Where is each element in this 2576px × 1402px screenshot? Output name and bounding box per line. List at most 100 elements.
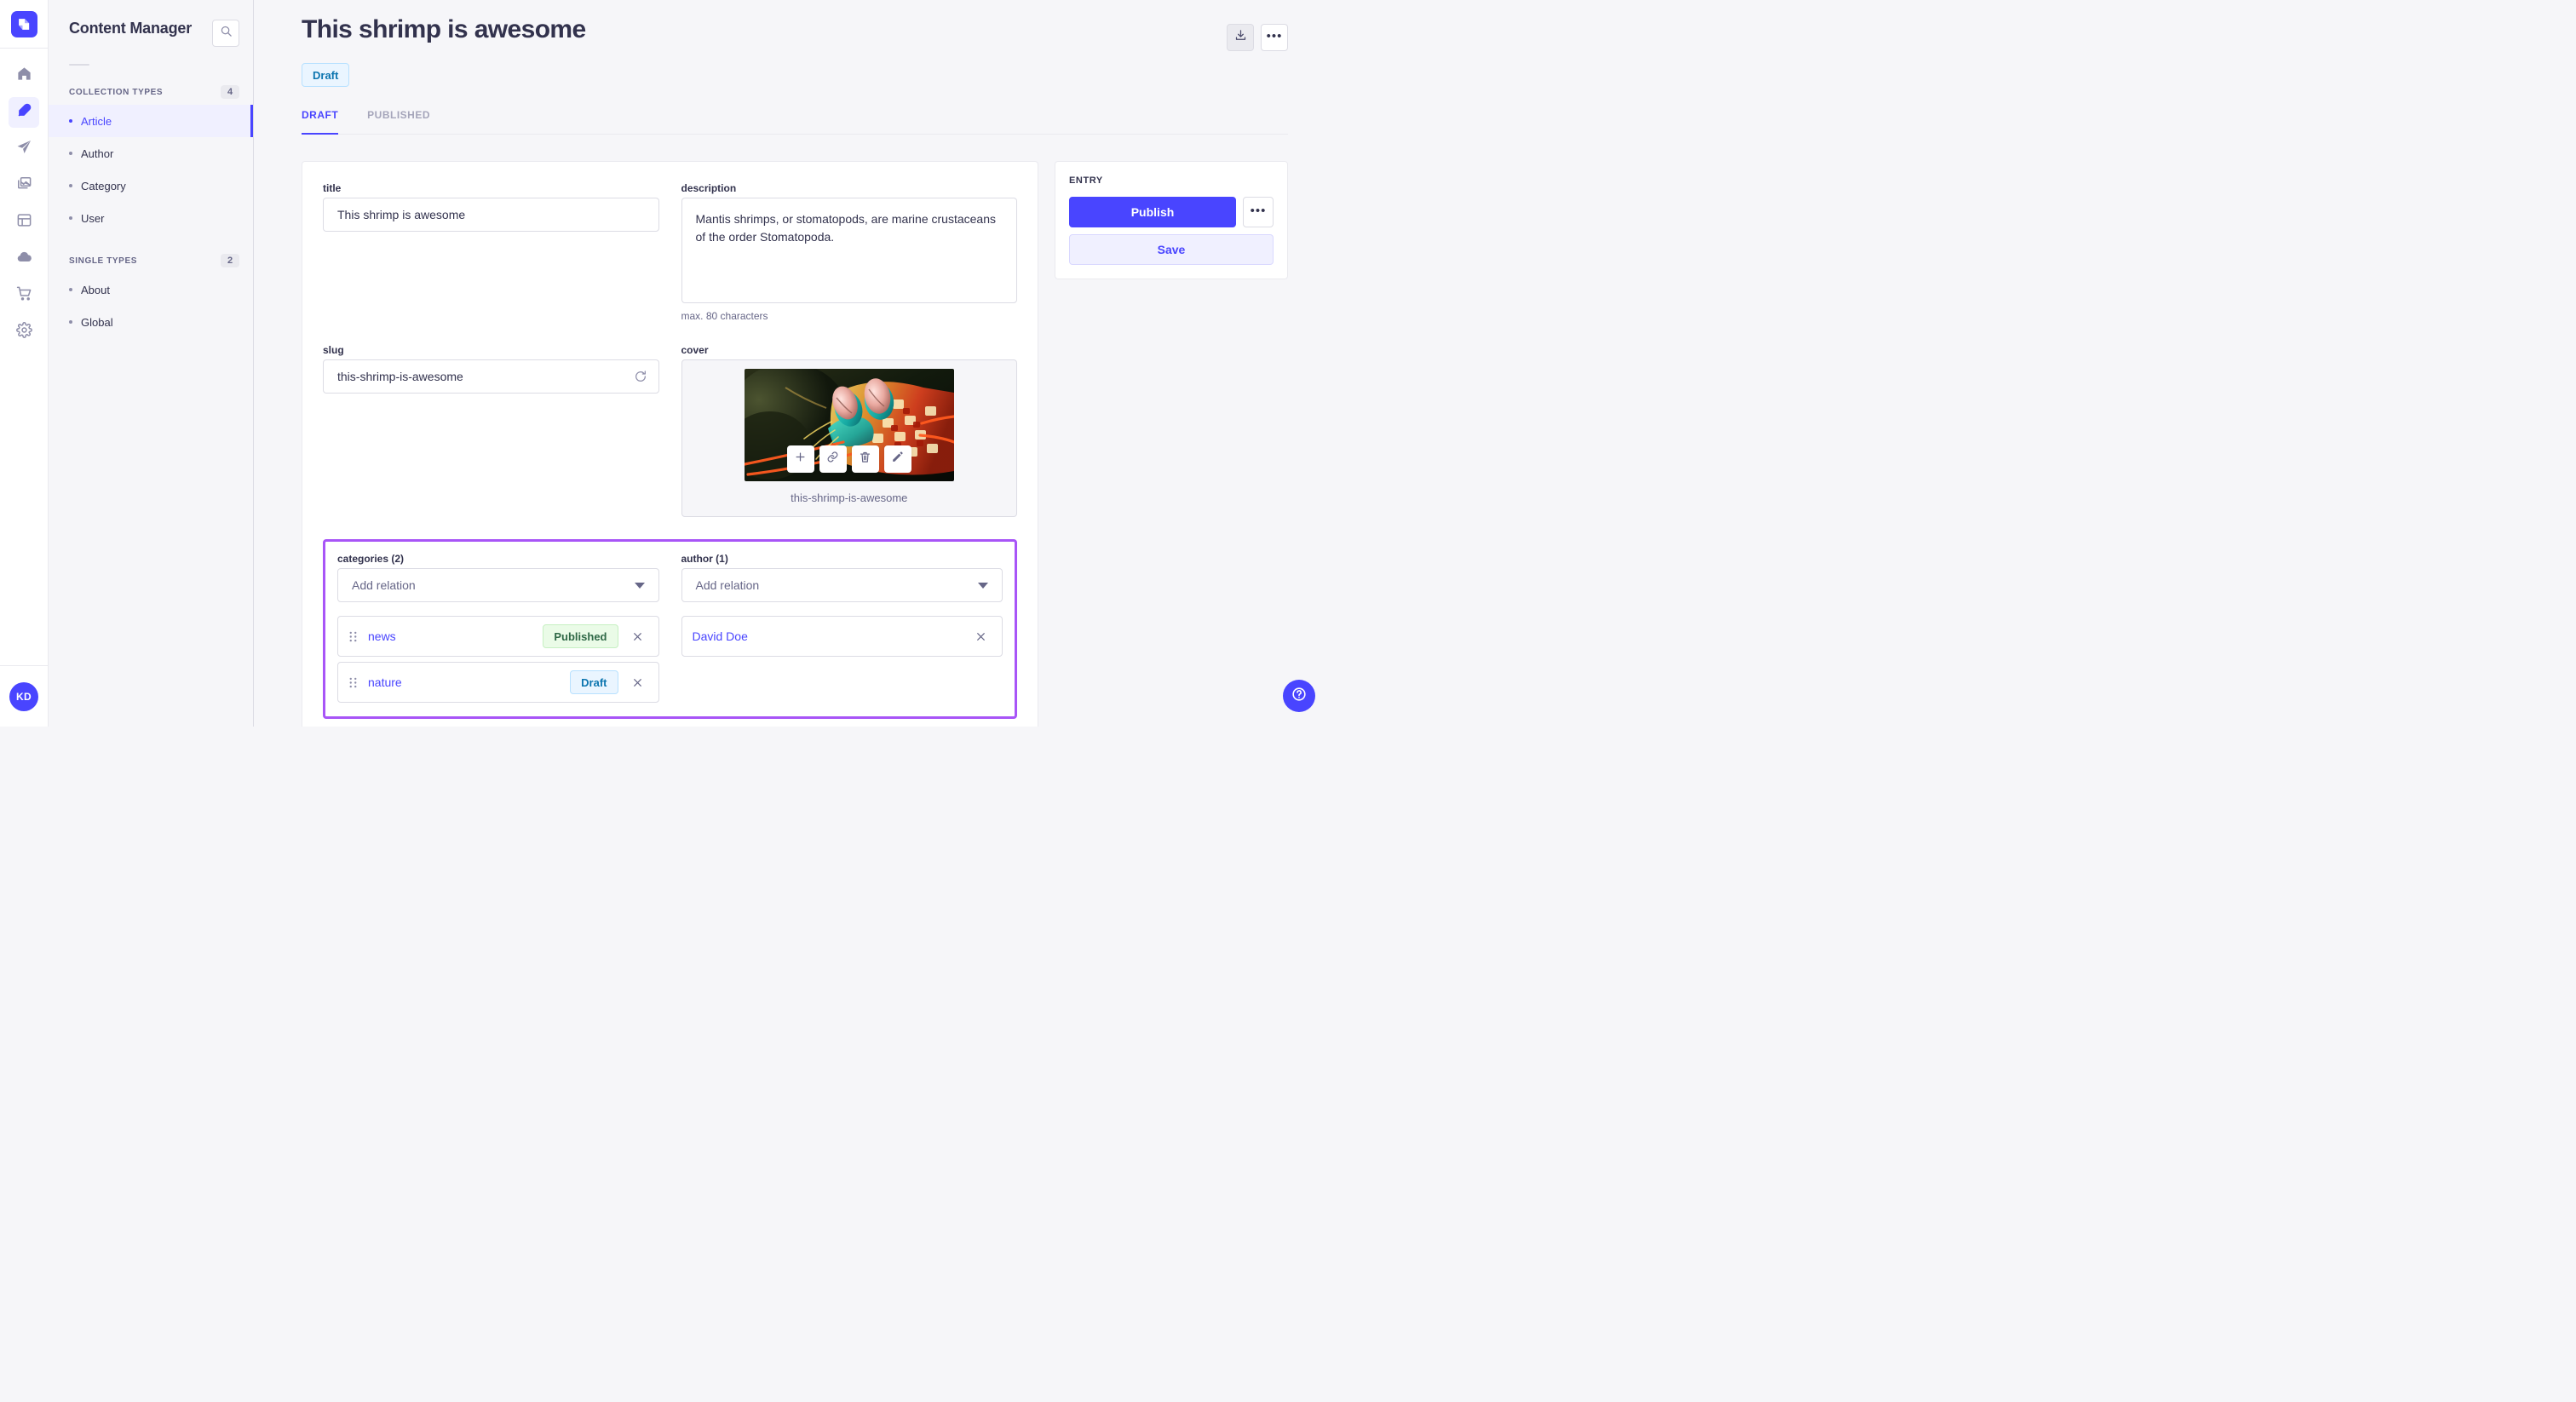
field-title: title This shrimp is awesome — [323, 182, 659, 322]
categories-label: categories (2) — [337, 553, 405, 565]
author-relation-list: David Doe — [681, 616, 1003, 657]
close-icon[interactable] — [629, 674, 647, 692]
section-count-badge: 2 — [221, 254, 239, 267]
tab-draft[interactable]: DRAFT — [302, 109, 339, 135]
icon-rail: KD — [0, 0, 49, 727]
copy-link-button[interactable] — [819, 445, 847, 473]
logo-container — [0, 0, 48, 49]
tab-published[interactable]: PUBLISHED — [367, 109, 430, 135]
entry-more-button[interactable]: ••• — [1243, 197, 1274, 227]
slug-input[interactable]: this-shrimp-is-awesome — [323, 359, 659, 394]
relation-name[interactable]: nature — [368, 675, 560, 689]
bullet-icon — [69, 119, 72, 123]
trash-icon — [859, 451, 871, 468]
slug-input-wrap: this-shrimp-is-awesome — [323, 359, 659, 394]
categories-add-relation-select[interactable]: Add relation — [337, 568, 659, 602]
main-content: This shrimp is awesome ••• Draft DRAFT P… — [254, 0, 1336, 727]
images-icon — [16, 175, 32, 196]
sidebar-search-button[interactable] — [212, 20, 239, 47]
edit-media-button[interactable] — [883, 445, 911, 473]
rail-item-marketplace[interactable] — [9, 280, 39, 311]
more-horizontal-icon: ••• — [1250, 203, 1267, 218]
sidebar-item-user[interactable]: User — [49, 202, 253, 234]
rail-item-content-manager[interactable] — [9, 97, 39, 128]
download-button[interactable] — [1227, 24, 1254, 51]
rail-nav-list — [9, 60, 39, 348]
rail-item-home[interactable] — [9, 60, 39, 91]
rail-item-content-type-builder[interactable] — [9, 207, 39, 238]
relation-item-news[interactable]: news Published — [337, 616, 659, 657]
cover-file-name: this-shrimp-is-awesome — [791, 491, 908, 504]
cloud-icon — [16, 249, 32, 269]
rail-item-cloud[interactable] — [9, 244, 39, 274]
entry-form-card: title This shrimp is awesome description… — [302, 161, 1038, 727]
sidebar-header: Content Manager — [49, 0, 253, 47]
relation-item-nature[interactable]: nature Draft — [337, 662, 659, 703]
add-media-button[interactable] — [786, 445, 814, 473]
delete-media-button[interactable] — [851, 445, 879, 473]
more-horizontal-icon: ••• — [1266, 28, 1283, 43]
sidebar-item-label: Article — [81, 114, 112, 128]
rail-item-deploy[interactable] — [9, 134, 39, 164]
status-row: Draft — [302, 63, 1288, 87]
cover-thumbnail[interactable] — [744, 369, 954, 481]
field-description: description Mantis shrimps, or stomatopo… — [681, 182, 1017, 322]
relation-status-badge: Published — [543, 624, 618, 648]
sidebar-item-article[interactable]: Article — [49, 105, 253, 137]
status-badge: Draft — [302, 63, 350, 87]
plus-icon — [794, 451, 807, 468]
sidebar-item-about[interactable]: About — [49, 273, 253, 306]
rail-item-media-library[interactable] — [9, 170, 39, 201]
cover-action-bar — [786, 445, 911, 473]
rail-item-settings[interactable] — [9, 317, 39, 348]
single-types-list: About Global — [49, 273, 253, 338]
save-button[interactable]: Save — [1069, 234, 1274, 265]
link-icon — [826, 451, 839, 468]
sidebar-item-label: User — [81, 211, 105, 225]
sidebar-item-global[interactable]: Global — [49, 306, 253, 338]
bullet-icon — [69, 184, 72, 187]
title-input[interactable]: This shrimp is awesome — [323, 198, 659, 232]
sidebar-item-label: About — [81, 283, 110, 296]
close-icon[interactable] — [629, 628, 647, 646]
drag-handle-icon[interactable] — [348, 630, 358, 643]
field-cover: cover this-shrimp-is-awesome — [681, 344, 1017, 517]
description-label: description — [681, 182, 737, 194]
section-header-collection-types: COLLECTION TYPES 4 — [49, 84, 253, 100]
chevron-down-icon — [978, 582, 988, 589]
relation-item-david-doe[interactable]: David Doe — [681, 616, 1003, 657]
categories-relation-list: news Published nature Draft — [337, 616, 659, 703]
chevron-down-icon — [634, 582, 645, 589]
relation-name[interactable]: news — [368, 629, 532, 643]
relation-status-badge: Draft — [570, 670, 618, 694]
pencil-icon — [891, 451, 904, 468]
entry-panel-title: ENTRY — [1069, 175, 1103, 186]
bullet-icon — [69, 216, 72, 220]
author-add-relation-select[interactable]: Add relation — [681, 568, 1003, 602]
sidebar-item-category[interactable]: Category — [49, 170, 253, 202]
categories-select-placeholder: Add relation — [352, 578, 416, 592]
description-textarea[interactable]: Mantis shrimps, or stomatopods, are mari… — [681, 198, 1017, 303]
cover-media-box: this-shrimp-is-awesome — [681, 359, 1017, 517]
sidebar-item-label: Global — [81, 315, 113, 329]
header-more-button[interactable]: ••• — [1261, 24, 1288, 51]
sidebar-item-author[interactable]: Author — [49, 137, 253, 170]
author-select-placeholder: Add relation — [695, 578, 760, 592]
relations-grid: categories (2) Add relation news Publish… — [337, 553, 1003, 703]
entry-panel: ENTRY Publish ••• Save — [1055, 161, 1288, 279]
title-label: title — [323, 182, 342, 194]
refresh-icon[interactable] — [634, 370, 647, 383]
page-title: This shrimp is awesome — [302, 15, 586, 43]
strapi-logo-icon[interactable] — [10, 10, 37, 37]
relation-name[interactable]: David Doe — [693, 629, 963, 643]
publish-button[interactable]: Publish — [1069, 197, 1236, 227]
download-icon — [1234, 29, 1247, 46]
field-slug: slug this-shrimp-is-awesome — [323, 344, 659, 517]
entry-panel-actions: Publish ••• — [1069, 197, 1274, 227]
avatar-container: KD — [0, 665, 48, 727]
help-button[interactable] — [1283, 680, 1315, 712]
avatar[interactable]: KD — [9, 681, 38, 711]
close-icon[interactable] — [972, 628, 990, 646]
home-icon — [16, 66, 32, 86]
drag-handle-icon[interactable] — [348, 676, 358, 689]
